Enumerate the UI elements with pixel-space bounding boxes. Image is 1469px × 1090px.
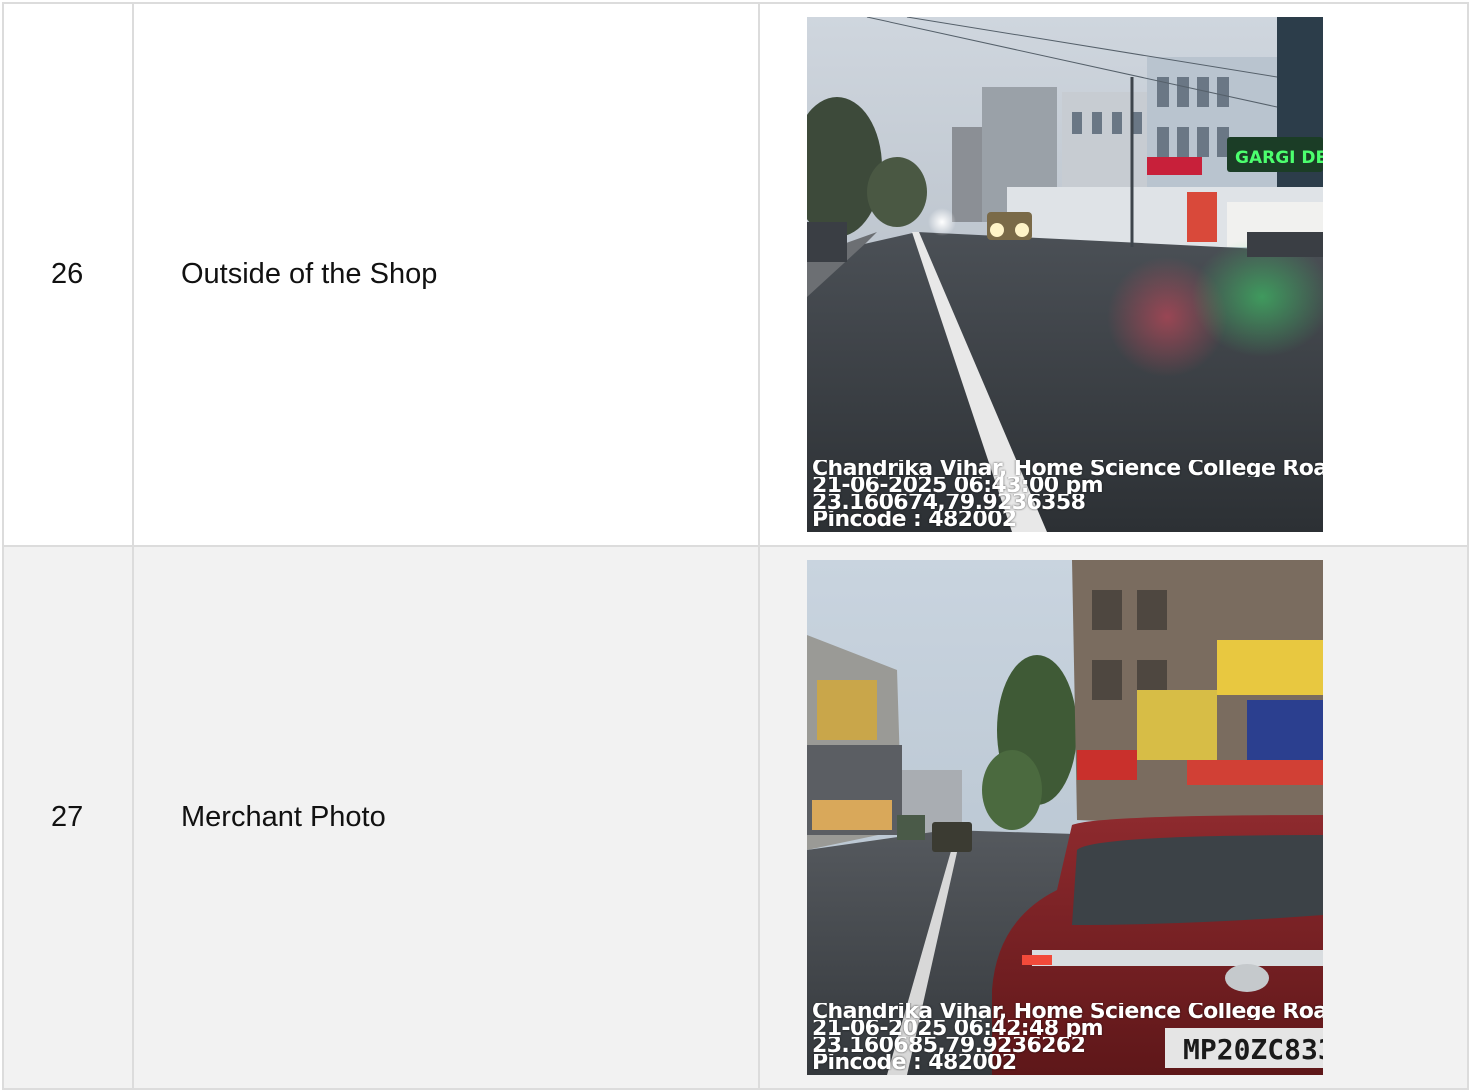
row-label: Outside of the Shop bbox=[132, 2, 760, 547]
row-number: 27 bbox=[2, 545, 134, 1090]
shop-outside-photo[interactable]: GARGI DENTA bbox=[807, 17, 1323, 532]
merchant-scene-image: MP20ZC833 bbox=[807, 560, 1323, 1075]
stamp-address: Chandrika Vihar, Home Science College Ro… bbox=[812, 460, 1323, 477]
stamp-datetime: 21-06-2025 06:43:00 pm bbox=[812, 477, 1104, 494]
geo-stamp: Chandrika Vihar, Home Science College Ro… bbox=[812, 460, 1323, 528]
street-scene-image: GARGI DENTA bbox=[807, 17, 1323, 532]
table-row: 26 Outside of the Shop GARGI DE Chandrik… bbox=[2, 2, 1469, 547]
geo-stamp: Chandrika Vihar, Home Science College Ro… bbox=[812, 1003, 1323, 1071]
row-label: Merchant Photo bbox=[132, 545, 760, 1090]
stamp-pincode: Pincode : 482002 bbox=[812, 1054, 1017, 1071]
merchant-photo[interactable]: MP20ZC833 Chandrika Vihar, Home Science … bbox=[807, 560, 1323, 1075]
table-row: 27 Merchant Photo MP20ZC833 Chandrika Vi… bbox=[2, 545, 1469, 1090]
report-sheet: 26 Outside of the Shop GARGI DE Chandrik… bbox=[2, 2, 1469, 1090]
photo-report-table: 26 Outside of the Shop GARGI DE Chandrik… bbox=[2, 2, 1469, 1090]
stamp-address: Chandrika Vihar, Home Science College Ro… bbox=[812, 1003, 1323, 1020]
photo-cell: MP20ZC833 Chandrika Vihar, Home Science … bbox=[758, 545, 1469, 1090]
stamp-pincode: Pincode : 482002 bbox=[812, 511, 1017, 528]
stamp-coordinates: 23.160685,79.9236262 bbox=[812, 1037, 1086, 1054]
neon-sign-text: GARGI DENTA bbox=[1235, 148, 1323, 168]
row-number: 26 bbox=[2, 2, 134, 547]
photo-cell: GARGI DENTA bbox=[758, 2, 1469, 547]
stamp-coordinates: 23.160674,79.9236358 bbox=[812, 494, 1086, 511]
stamp-datetime: 21-06-2025 06:42:48 pm bbox=[812, 1020, 1104, 1037]
